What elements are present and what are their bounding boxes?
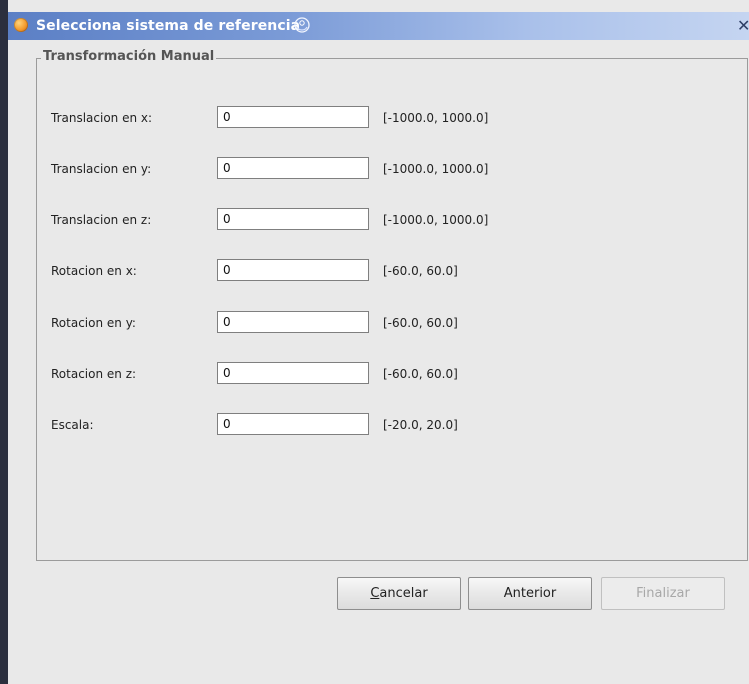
dialog-window: Selecciona sistema de referencia ✕ Trans… [0,0,749,684]
rotation-x-input[interactable] [217,259,369,281]
cancel-label-rest: ancelar [379,586,428,601]
dialog-content: Transformación Manual Translacion en x: … [8,40,749,684]
scale-range: [-20.0, 20.0] [383,418,458,432]
rotation-y-label: Rotacion en y: [51,316,136,330]
swirl-icon [294,17,310,33]
translation-z-range: [-1000.0, 1000.0] [383,213,489,227]
translation-x-input[interactable] [217,106,369,128]
rotation-y-range: [-60.0, 60.0] [383,316,458,330]
finish-button[interactable]: Finalizar [601,577,725,610]
rotation-z-label: Rotacion en z: [51,367,137,381]
app-icon [14,18,28,32]
scale-label: Escala: [51,418,94,432]
translation-z-label: Translacion en z: [51,213,152,227]
translation-y-input[interactable] [217,157,369,179]
scale-input[interactable] [217,413,369,435]
rotation-x-label: Rotacion en x: [51,264,137,278]
back-button[interactable]: Anterior [468,577,592,610]
rotation-z-input[interactable] [217,362,369,384]
window-title: Selecciona sistema de referencia [36,18,301,34]
close-icon[interactable]: ✕ [737,17,749,35]
rotation-x-range: [-60.0, 60.0] [383,264,458,278]
rotation-z-range: [-60.0, 60.0] [383,367,458,381]
translation-y-label: Translacion en y: [51,162,152,176]
rotation-y-input[interactable] [217,311,369,333]
translation-y-range: [-1000.0, 1000.0] [383,162,489,176]
left-window-frame [0,0,8,684]
translation-x-range: [-1000.0, 1000.0] [383,111,489,125]
group-title: Transformación Manual [41,49,217,65]
manual-transform-group [36,58,748,561]
translation-x-label: Translacion en x: [51,111,153,125]
cancel-button[interactable]: Cancelar [337,577,461,610]
translation-z-input[interactable] [217,208,369,230]
title-bar[interactable]: Selecciona sistema de referencia ✕ [8,12,749,40]
